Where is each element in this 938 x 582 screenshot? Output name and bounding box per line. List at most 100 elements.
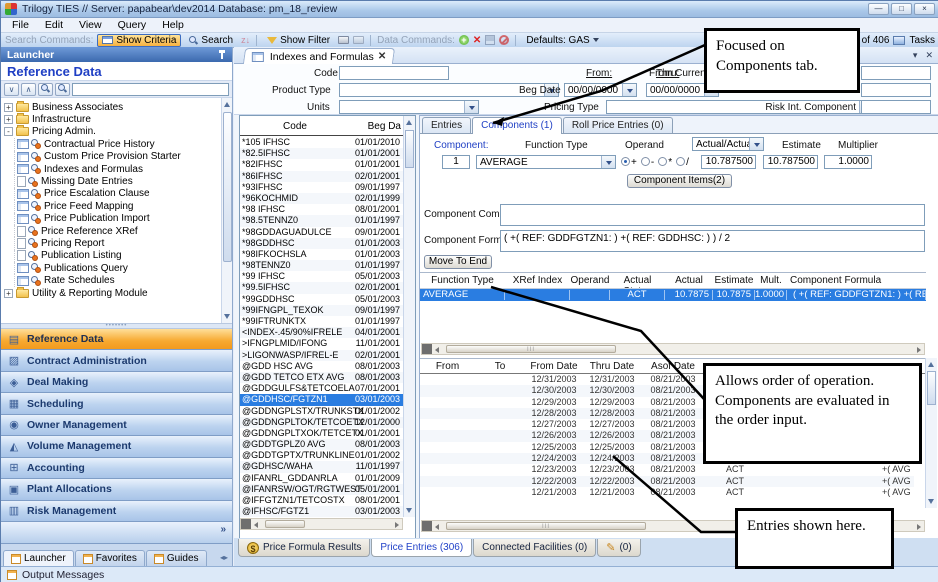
accordion-scheduling[interactable]: ▦Scheduling	[1, 393, 232, 414]
list-item[interactable]: @GDHSC/WAHA11/01/1997	[240, 461, 403, 472]
tree-item[interactable]: Publication Listing	[1, 250, 232, 262]
list-item[interactable]: *99IFTRUNKTX01/01/1997	[240, 316, 403, 327]
list-item[interactable]: @IFANRSW/OGT/RGTWEST05/01/2001	[240, 484, 403, 495]
accordion-volume-management[interactable]: ◭Volume Management	[1, 436, 232, 457]
expand-all-icon[interactable]: ∧	[21, 83, 36, 96]
component-formula-input[interactable]: ( +( REF: GDDFGTZN1: ) +( REF: GDDHSC: )…	[500, 230, 925, 252]
component-number-input[interactable]: 1	[442, 155, 470, 169]
add-record-icon[interactable]: +	[459, 35, 469, 45]
list-item[interactable]: *99 IFHSC05/01/2003	[240, 271, 403, 282]
component-items-button[interactable]: Component Items(2)	[627, 174, 732, 188]
print-icon[interactable]	[338, 36, 349, 44]
panel-close-icon[interactable]: ✕	[925, 50, 933, 61]
list-item[interactable]: *99GDDHSC05/01/2003	[240, 294, 403, 305]
grid-header-cell[interactable]: From	[420, 361, 475, 372]
list-item[interactable]: *98GDDAGUADULCE09/01/2001	[240, 227, 403, 238]
search-button[interactable]: Search	[185, 34, 237, 47]
list-item[interactable]: >LIGONWASP/IFREL-E02/01/2001	[240, 350, 403, 361]
tab-launcher[interactable]: Launcher	[3, 550, 74, 566]
accordion-accounting[interactable]: ⊞Accounting	[1, 458, 232, 479]
print-preview-icon[interactable]	[353, 36, 364, 44]
entries-row[interactable]: 12/21/200312/21/200308/21/2003ACT+( AVG	[420, 487, 914, 498]
list-item[interactable]: *98IFKOCHSLA01/01/2003	[240, 249, 403, 260]
list-item[interactable]: @GDDNGPLTOK/TETCOETX12/01/2000	[240, 417, 403, 428]
tab-close-icon[interactable]: ✕	[378, 51, 386, 62]
show-criteria-button[interactable]: Show Criteria	[97, 34, 181, 47]
grid-header-cell[interactable]: XRef Index	[505, 275, 570, 286]
cancel-icon[interactable]	[499, 35, 509, 45]
list-item[interactable]: @GDD HSC AVG08/01/2003	[240, 361, 403, 372]
list-item[interactable]: *82IFHSC01/01/2001	[240, 159, 403, 170]
tree-item[interactable]: Indexes and Formulas	[1, 163, 232, 175]
list-item[interactable]: @GDD TETCO ETX AVG08/01/2003	[240, 372, 403, 383]
estimate-value-input[interactable]: 10.787500	[763, 155, 818, 169]
tree-item[interactable]: +Utility & Reporting Module	[1, 287, 232, 299]
menu-view[interactable]: View	[72, 18, 109, 32]
grid-header-cell[interactable]: Component Formula	[790, 275, 926, 286]
list-item[interactable]: *86IFHSC02/01/2001	[240, 171, 403, 182]
tree-item[interactable]: Pricing Report	[1, 237, 232, 249]
tree-item[interactable]: -Pricing Admin.	[1, 126, 232, 138]
list-item[interactable]: *105 IFHSC01/01/2010	[240, 137, 403, 148]
menu-help[interactable]: Help	[155, 18, 191, 32]
entries-row[interactable]: 12/23/200312/23/200308/21/2003ACT+( AVG	[420, 464, 914, 475]
tree-item[interactable]: Price Reference XRef	[1, 225, 232, 237]
grid-header-cell[interactable]: Operand	[570, 275, 610, 286]
grid-header-cell[interactable]: From Date	[525, 361, 583, 372]
list-item[interactable]: @GDDNGPLTXOK/TETCETX01/01/2001	[240, 428, 403, 439]
close-button[interactable]: ×	[914, 3, 935, 15]
panel-menu-icon[interactable]: ▾	[913, 50, 918, 61]
pin-icon[interactable]	[218, 50, 226, 60]
beg-date-from-combo[interactable]: 00/00/0000	[564, 83, 637, 97]
grid-header-cell[interactable]: Mult.	[755, 275, 787, 286]
tree-item[interactable]: Custom Price Provision Starter	[1, 151, 232, 163]
grid-header-cell[interactable]: Estimate	[713, 275, 755, 286]
tree-item[interactable]: Price Feed Mapping	[1, 200, 232, 212]
tree-item[interactable]: Price Publication Import	[1, 213, 232, 225]
actual-estimate-combo[interactable]: Actual/Actual	[692, 137, 764, 151]
save-icon[interactable]	[485, 35, 495, 45]
component-grid-selected-row[interactable]: AVERAGEACT10.787510.78751.0000( +( REF: …	[420, 289, 926, 301]
list-item[interactable]: @GDDTGPTX/TRUNKLINE01/01/2002	[240, 450, 403, 461]
list-item[interactable]: *98GDDHSC01/01/2003	[240, 238, 403, 249]
tree-item[interactable]: +Infrastructure	[1, 113, 232, 125]
tab-components-1-[interactable]: Components (1)	[472, 117, 562, 134]
show-filter-button[interactable]: Show Filter	[263, 34, 334, 47]
tree-item[interactable]: Rate Schedules	[1, 274, 232, 286]
code-list-header[interactable]: Code Beg Da	[240, 121, 403, 136]
tab-price-formula-results[interactable]: $Price Formula Results	[238, 539, 370, 557]
accordion-owner-management[interactable]: ◉Owner Management	[1, 415, 232, 436]
accordion-plant-allocations[interactable]: ▣Plant Allocations	[1, 479, 232, 500]
alias-input[interactable]	[861, 66, 931, 80]
offset-input[interactable]	[861, 83, 931, 97]
accordion-deal-making[interactable]: ◈Deal Making	[1, 372, 232, 393]
delete-record-icon[interactable]: ✕	[473, 35, 481, 46]
expand-icon[interactable]: +	[4, 103, 13, 112]
list-item[interactable]: *98 IFHSC08/01/2001	[240, 204, 403, 215]
defaults-dropdown[interactable]: Defaults: GAS	[522, 34, 602, 47]
list-item[interactable]: *98.5TENNZ001/01/1997	[240, 215, 403, 226]
list-item[interactable]: >IFNGPLMID/IFONG11/01/2001	[240, 338, 403, 349]
expand-icon[interactable]: +	[4, 115, 13, 124]
list-item[interactable]: @GDDHSC/FGTZN103/01/2003	[240, 394, 403, 405]
move-to-end-button[interactable]: Move To End	[424, 255, 492, 269]
operand-radio-multiply[interactable]	[658, 157, 667, 166]
tab-favorites[interactable]: Favorites	[75, 550, 145, 566]
code-list-scrollbar[interactable]	[403, 116, 415, 517]
list-item[interactable]: *98TENNZ001/01/1997	[240, 260, 403, 271]
tab-price-entries-306-[interactable]: Price Entries (306)	[371, 539, 472, 557]
list-item[interactable]: *99.5IFHSC02/01/2001	[240, 282, 403, 293]
grid-header-cell[interactable]: Asof Date	[641, 361, 705, 372]
component-comment-input[interactable]	[500, 204, 925, 226]
tree-item[interactable]: Price Escalation Clause	[1, 188, 232, 200]
list-item[interactable]: *93IFHSC09/01/1997	[240, 182, 403, 193]
tab-indexes-and-formulas[interactable]: Indexes and Formulas ✕	[243, 48, 396, 64]
tab-roll-price-entries-0-[interactable]: Roll Price Entries (0)	[563, 117, 673, 133]
operand-radio-minus[interactable]	[641, 157, 650, 166]
list-item[interactable]: @GDDTGPLZ0 AVG08/01/2003	[240, 439, 403, 450]
collapse-all-icon[interactable]: ∨	[4, 83, 19, 96]
clear-sort-icon[interactable]: z↓	[241, 35, 250, 45]
tab-entries[interactable]: Entries	[422, 117, 471, 133]
code-list-hscrollbar[interactable]	[240, 518, 403, 530]
tree-item[interactable]: +Business Associates	[1, 101, 232, 113]
